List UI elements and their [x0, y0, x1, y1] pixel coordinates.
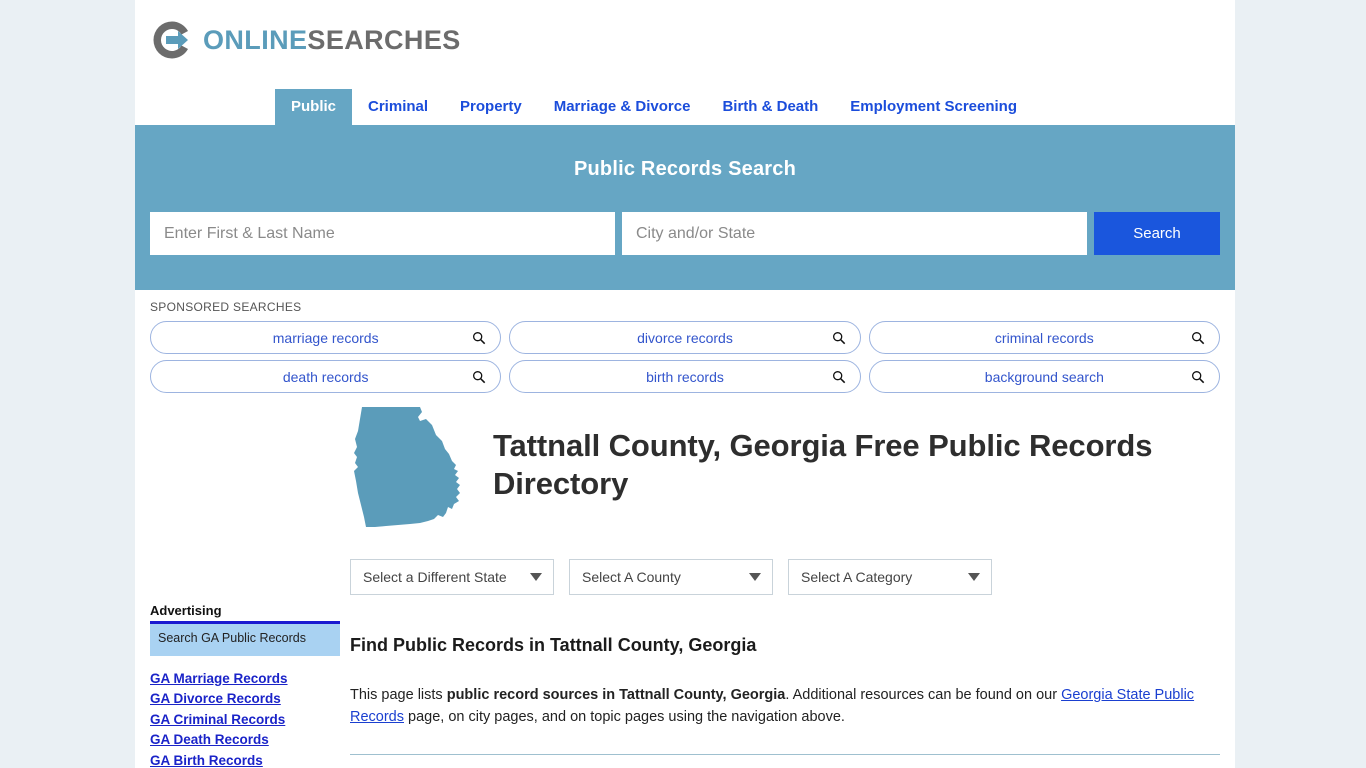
nav-item-employment-screening[interactable]: Employment Screening — [834, 89, 1033, 125]
sponsored-chip-birth-records[interactable]: birth records — [509, 360, 861, 393]
sidebar-link-ga-death-records[interactable]: GA Death Records — [150, 730, 340, 751]
chevron-down-icon — [530, 573, 542, 581]
chevron-down-icon — [749, 573, 761, 581]
sponsored-chip-death-records[interactable]: death records — [150, 360, 502, 393]
select-state-label: Select a Different State — [363, 569, 507, 585]
search-form: Search — [150, 212, 1220, 255]
circle-arrow-icon — [153, 21, 188, 59]
sponsored-searches-label: SPONSORED SEARCHES — [150, 300, 302, 314]
logo-wordmark: ONLINESEARCHES — [203, 24, 461, 55]
page-body: Advertising Search GA Public Records GA … — [135, 393, 1235, 768]
search-icon — [832, 370, 845, 383]
left-sidebar: Advertising Search GA Public Records GA … — [150, 405, 340, 768]
section-divider — [350, 754, 1220, 756]
sponsored-chip-marriage-records[interactable]: marriage records — [150, 321, 502, 354]
search-icon — [473, 331, 486, 344]
select-county-dropdown[interactable]: Select A County — [569, 559, 773, 595]
paragraph-bold-1: public record sources in Tattnall County… — [446, 687, 786, 703]
nav-item-marriage-divorce[interactable]: Marriage & Divorce — [538, 89, 707, 125]
main-column: Tattnall County, Georgia Free Public Rec… — [340, 405, 1220, 768]
banner-title: Public Records Search — [573, 158, 797, 180]
search-icon — [473, 370, 486, 383]
sponsored-chip-background-search[interactable]: background search — [868, 360, 1220, 393]
find-public-records-heading: Find Public Records in Tattnall County, … — [350, 635, 757, 655]
filter-selectors: Select a Different State Select A County… — [348, 559, 1220, 595]
logo-word-searches: SEARCHES — [307, 24, 461, 55]
page-root: ONLINESEARCHES Public Criminal Property … — [0, 0, 1366, 768]
nav-item-birth-death[interactable]: Birth & Death — [706, 89, 834, 125]
chip-label: birth records — [646, 368, 724, 385]
sidebar-links: GA Marriage Records GA Divorce Records G… — [150, 669, 340, 768]
nav-item-criminal[interactable]: Criminal — [352, 89, 444, 125]
select-category-label: Select A Category — [801, 569, 913, 585]
location-search-input[interactable] — [622, 212, 1087, 255]
sponsored-chip-divorce-records[interactable]: divorce records — [509, 321, 861, 354]
select-county-label: Select A County — [582, 569, 681, 585]
sidebar-link-ga-marriage-records[interactable]: GA Marriage Records — [150, 669, 340, 690]
site-logo[interactable]: ONLINESEARCHES — [150, 18, 1235, 62]
sponsored-searches-section: SPONSORED SEARCHES marriage records divo… — [135, 290, 1235, 393]
chip-label: divorce records — [637, 329, 733, 346]
paragraph-part-3: page, on city pages, and on topic pages … — [404, 709, 845, 726]
logo-word-online: ONLINE — [203, 24, 308, 55]
ad-box-search-ga-public-records[interactable]: Search GA Public Records — [150, 624, 340, 656]
title-row: Tattnall County, Georgia Free Public Rec… — [348, 405, 1220, 531]
georgia-state-map-icon — [354, 407, 460, 527]
chevron-down-icon — [968, 573, 980, 581]
chip-label: death records — [282, 368, 369, 385]
search-icon — [1192, 370, 1205, 383]
paragraph-part-1: This page lists — [350, 687, 447, 703]
main-navigation: Public Criminal Property Marriage & Divo… — [135, 86, 1235, 125]
sidebar-link-ga-divorce-records[interactable]: GA Divorce Records — [150, 689, 340, 710]
sponsored-chip-grid: marriage records divorce records crimina… — [150, 321, 1220, 393]
select-category-dropdown[interactable]: Select A Category — [788, 559, 992, 595]
sponsored-chip-criminal-records[interactable]: criminal records — [868, 321, 1220, 354]
advertising-heading: Advertising — [150, 603, 340, 624]
page-title: Tattnall County, Georgia Free Public Rec… — [493, 428, 1153, 501]
nav-item-public[interactable]: Public — [275, 89, 353, 125]
public-records-search-banner: Public Records Search Search — [135, 125, 1235, 290]
chip-label: criminal records — [994, 329, 1094, 346]
chip-label: background search — [984, 368, 1104, 385]
content-shell: ONLINESEARCHES Public Criminal Property … — [135, 0, 1235, 768]
intro-paragraph: This page lists public record sources in… — [350, 684, 1220, 728]
chip-label: marriage records — [272, 329, 379, 346]
sidebar-link-ga-criminal-records[interactable]: GA Criminal Records — [150, 710, 340, 731]
paragraph-part-2: . Additional resources can be found on o… — [785, 687, 1062, 703]
search-icon — [832, 331, 845, 344]
nav-item-property[interactable]: Property — [444, 89, 538, 125]
name-search-input[interactable] — [150, 212, 615, 255]
select-different-state-dropdown[interactable]: Select a Different State — [350, 559, 554, 595]
search-icon — [1192, 331, 1205, 344]
sidebar-link-ga-birth-records[interactable]: GA Birth Records — [150, 751, 340, 768]
site-header: ONLINESEARCHES — [135, 0, 1235, 86]
search-button[interactable]: Search — [1094, 212, 1220, 255]
